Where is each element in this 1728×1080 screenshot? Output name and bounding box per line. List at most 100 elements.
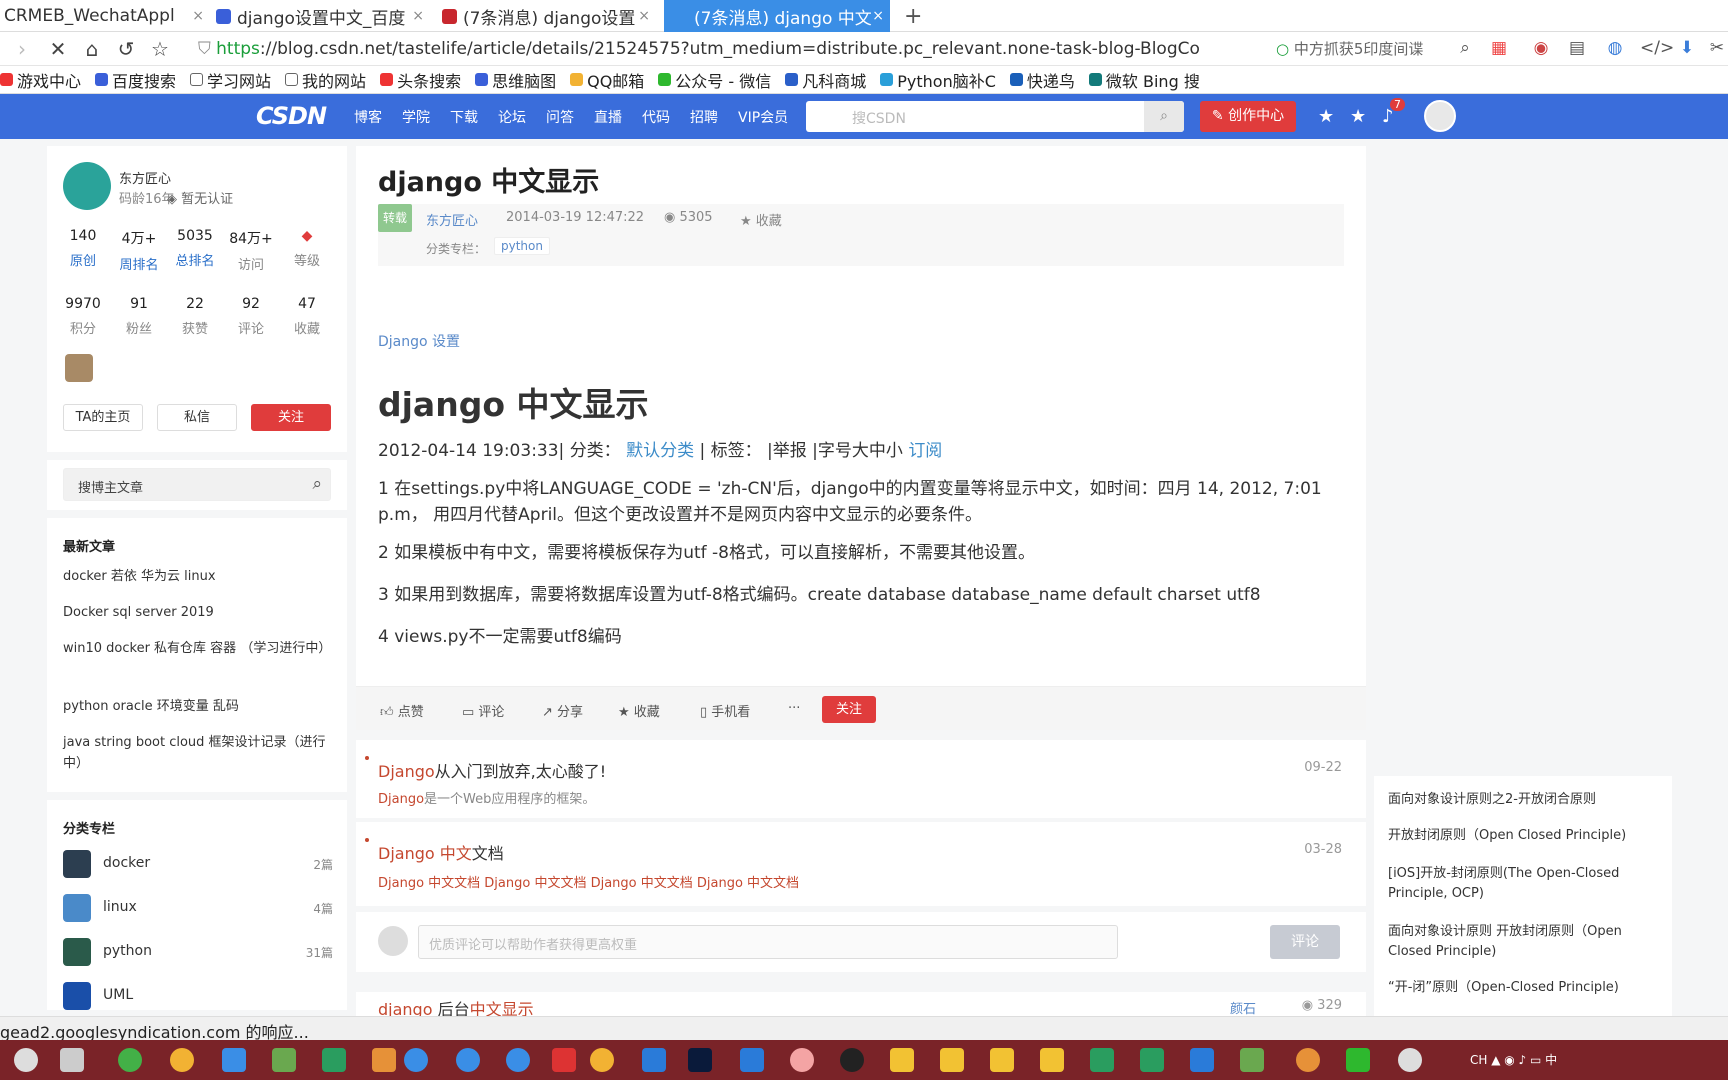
app-icon[interactable]: [222, 1048, 246, 1072]
tablet-icon[interactable]: ▤: [1566, 38, 1588, 58]
nav-jobs[interactable]: 招聘: [690, 107, 718, 127]
csdn-search-input[interactable]: 搜CSDN ⌕: [806, 101, 1184, 132]
like-button[interactable]: 👍︎ 点赞: [380, 701, 424, 720]
download-icon[interactable]: ⬇: [1676, 38, 1698, 58]
related-title[interactable]: Django从入门到放弃,太心酸了!: [378, 758, 606, 782]
csdn-logo[interactable]: CSDN: [256, 102, 327, 130]
undo-icon[interactable]: ↺: [114, 37, 138, 61]
search-icon[interactable]: ⌕: [1454, 38, 1476, 58]
game-icon[interactable]: ◉: [1530, 38, 1552, 58]
app-icon[interactable]: [272, 1048, 296, 1072]
favorites-icon[interactable]: ★: [1350, 106, 1366, 127]
list-item[interactable]: “开-闭”原则（Open-Closed Principle): [1388, 978, 1658, 998]
comment-submit-button[interactable]: 评论: [1270, 925, 1340, 959]
list-item[interactable]: 面向对象设计原则之2-开放闭合原则: [1388, 790, 1658, 810]
edge-icon[interactable]: [456, 1048, 480, 1072]
comment-input[interactable]: 优质评论可以帮助作者获得更高权重: [418, 925, 1118, 959]
task-view-icon[interactable]: [60, 1048, 84, 1072]
extension-icon[interactable]: ◍: [1604, 38, 1626, 58]
related-author[interactable]: 颜石: [1230, 998, 1256, 1017]
more-icon[interactable]: ···: [788, 701, 800, 716]
list-item[interactable]: python oracle 环境变量 乱码: [63, 696, 333, 717]
app-icon[interactable]: [1296, 1048, 1320, 1072]
user-avatar[interactable]: [1424, 100, 1456, 132]
app-icon[interactable]: [118, 1048, 142, 1072]
bookmark-item[interactable]: 思维脑图: [475, 68, 556, 92]
home-page-button[interactable]: TA的主页: [63, 404, 143, 431]
nav-qa[interactable]: 问答: [546, 107, 574, 127]
close-icon[interactable]: ×: [872, 8, 884, 24]
share-button[interactable]: ↗ 分享: [542, 701, 583, 720]
private-message-button[interactable]: 私信: [157, 404, 237, 431]
pycharm-icon[interactable]: [1140, 1048, 1164, 1072]
meta-collect[interactable]: ★ 收藏: [740, 210, 782, 229]
wechat-icon[interactable]: [1398, 1048, 1422, 1072]
bookmark-item[interactable]: 公众号 - 微信: [658, 68, 771, 92]
search-icon[interactable]: ⌕: [312, 474, 322, 494]
list-item[interactable]: 开放封闭原则（Open Closed Principle): [1388, 826, 1658, 846]
bookmark-item[interactable]: 微软 Bing 搜: [1088, 68, 1200, 92]
vscode-icon[interactable]: [642, 1048, 666, 1072]
app-icon[interactable]: [372, 1048, 396, 1072]
meta-author[interactable]: 东方匠心: [426, 210, 478, 229]
home-icon[interactable]: ⌂: [80, 37, 104, 61]
list-item[interactable]: win10 docker 私有仓库 容器 （学习进行中）: [63, 638, 333, 659]
bookmark-item[interactable]: Python脑补C: [880, 68, 996, 92]
badge-icon[interactable]: [65, 354, 93, 382]
chrome-icon[interactable]: [170, 1048, 194, 1072]
qq-icon[interactable]: [840, 1048, 864, 1072]
tab-baidu[interactable]: django设置中文_百度 ×: [212, 0, 430, 32]
bookmark-item[interactable]: 游戏中心: [0, 68, 81, 92]
bookmark-item[interactable]: 百度搜索: [95, 68, 176, 92]
nav-live[interactable]: 直播: [594, 107, 622, 127]
search-hint[interactable]: ○ 中方抓获5印度间谍: [1276, 36, 1446, 62]
author-search-input[interactable]: 搜博主文章 ⌕: [63, 468, 331, 501]
related-item[interactable]: Django从入门到放弃,太心酸了! 09-22 Django是一个Web应用程…: [356, 740, 1366, 818]
ie-icon[interactable]: [404, 1048, 428, 1072]
comment-button[interactable]: ▭ 评论: [462, 701, 504, 720]
chrome-icon[interactable]: [590, 1048, 614, 1072]
devtools-icon[interactable]: </>: [1640, 38, 1674, 58]
author-avatar[interactable]: [63, 162, 111, 210]
bookmark-item[interactable]: 凡科商城: [785, 68, 866, 92]
follow-button[interactable]: 关注: [822, 696, 876, 723]
hbuilder-icon[interactable]: [1346, 1048, 1370, 1072]
related-item[interactable]: django 后台中文显示 颜石 ◉ 329: [356, 992, 1366, 1019]
bookmark-item[interactable]: 快递鸟: [1009, 68, 1075, 92]
meta-tag[interactable]: python: [494, 237, 550, 255]
list-item[interactable]: docker 若依 华为云 linux: [63, 566, 333, 587]
forward-icon[interactable]: ›: [10, 37, 34, 61]
nav-academy[interactable]: 学院: [402, 107, 430, 127]
word-icon[interactable]: [740, 1048, 764, 1072]
create-center-button[interactable]: ✎ 创作中心: [1200, 101, 1296, 132]
windows-icon[interactable]: ▦: [1488, 38, 1510, 58]
follow-button[interactable]: 关注: [251, 404, 331, 431]
list-item[interactable]: 面向对象设计原则 开放封闭原则（Open Closed Principle): [1388, 922, 1658, 962]
youdao-icon[interactable]: [552, 1048, 576, 1072]
author-name[interactable]: 东方匠心: [119, 168, 171, 187]
bookmark-item[interactable]: 我的网站: [285, 68, 366, 92]
app-icon[interactable]: [790, 1048, 814, 1072]
nav-code[interactable]: 代码: [642, 107, 670, 127]
start-icon[interactable]: [14, 1048, 38, 1072]
system-tray[interactable]: CH ▲ ◉ ♪ ▭ 中: [1470, 1048, 1590, 1072]
app-icon[interactable]: [506, 1048, 530, 1072]
stat-original[interactable]: 140 原创: [55, 228, 111, 269]
close-icon[interactable]: ×: [412, 8, 424, 24]
default-category-link[interactable]: 默认分类: [626, 441, 694, 461]
category-item[interactable]: python 31篇: [63, 938, 333, 966]
close-icon[interactable]: ×: [638, 8, 650, 24]
list-item[interactable]: java string boot cloud 框架设计记录（进行中）: [63, 732, 333, 774]
bookmark-item[interactable]: 头条搜索: [380, 68, 461, 92]
category-item[interactable]: UML: [63, 982, 333, 1010]
scissors-icon[interactable]: ✂: [1706, 38, 1728, 58]
stat-weekly-rank[interactable]: 4万+ 周排名: [111, 228, 167, 273]
stat-total-rank[interactable]: 5035 总排名: [167, 228, 223, 269]
folder-icon[interactable]: [890, 1048, 914, 1072]
nav-blog[interactable]: 博客: [354, 107, 382, 127]
mobile-button[interactable]: ▯ 手机看: [700, 701, 750, 720]
list-item[interactable]: [iOS]开放-封闭原则(The Open-Closed Principle, …: [1388, 864, 1658, 904]
vscode-icon[interactable]: [322, 1048, 346, 1072]
close-icon[interactable]: ×: [192, 8, 204, 24]
list-item[interactable]: Docker sql server 2019: [63, 602, 333, 623]
